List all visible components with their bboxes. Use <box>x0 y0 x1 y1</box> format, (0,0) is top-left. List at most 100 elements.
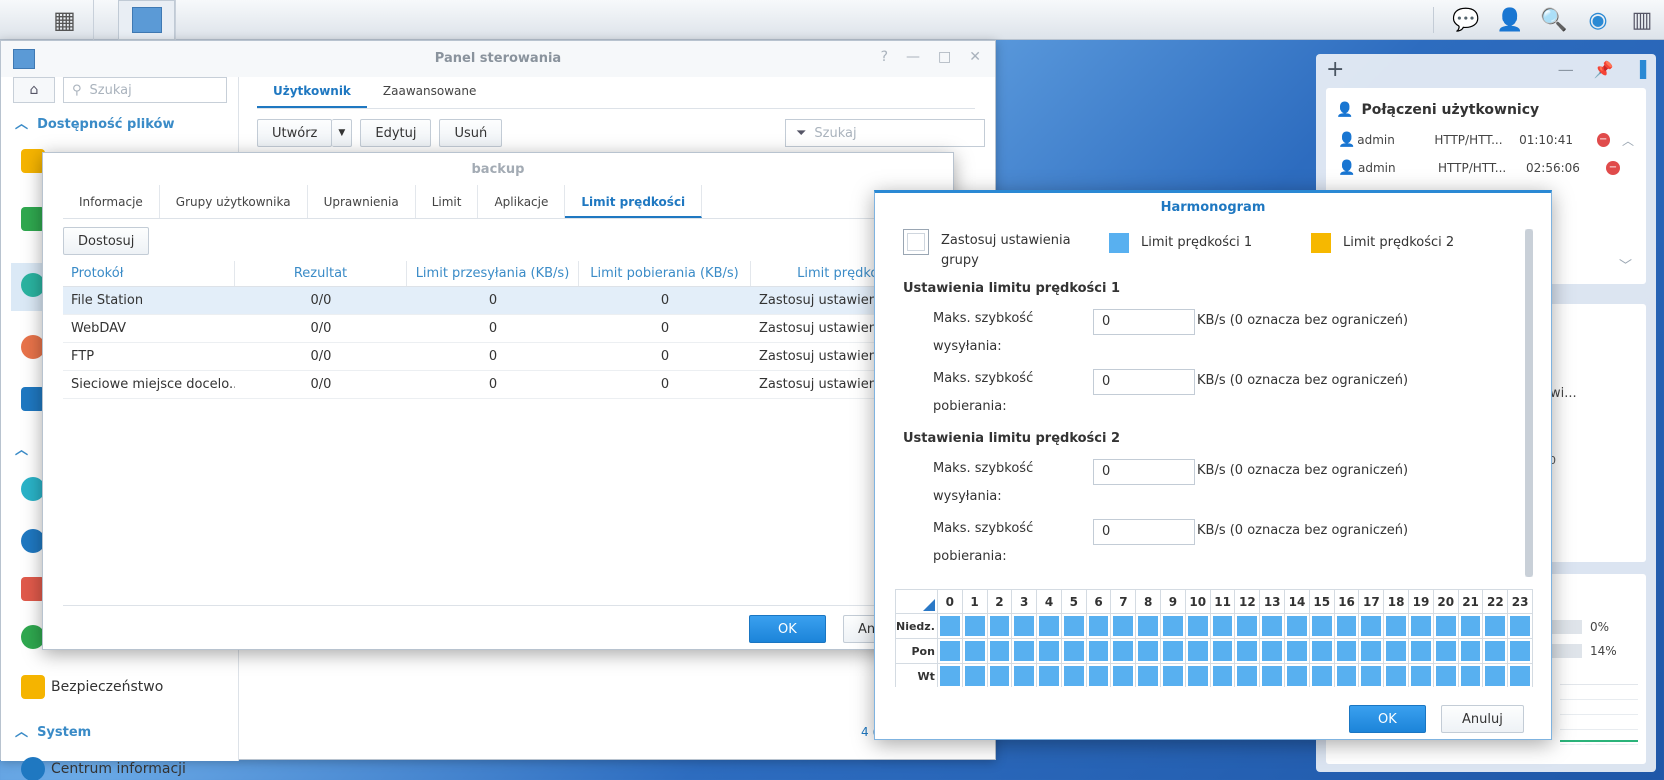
search-icon[interactable]: 🔍 <box>1532 0 1576 40</box>
hour-header[interactable]: 11 <box>1209 589 1236 614</box>
hour-header[interactable]: 0 <box>936 589 963 614</box>
schedule-cell[interactable] <box>1482 613 1509 639</box>
expand-icon[interactable]: ﹀ <box>1619 255 1632 274</box>
hour-header[interactable]: 15 <box>1308 589 1335 614</box>
sidebar-search[interactable]: ⚲ Szukaj <box>63 77 227 103</box>
schedule-cell[interactable] <box>1408 663 1434 687</box>
schedule-cell[interactable] <box>1383 663 1410 687</box>
user-search-input[interactable]: ⏷ Szukaj <box>785 119 985 147</box>
tab-quota[interactable]: Limit <box>416 185 479 218</box>
limit2-upload-input[interactable]: 0 <box>1093 459 1195 485</box>
hour-header[interactable]: 7 <box>1110 589 1137 614</box>
scrollbar-thumb[interactable] <box>1525 229 1533 577</box>
schedule-cell[interactable] <box>1085 638 1112 664</box>
schedule-cell[interactable] <box>1085 613 1112 639</box>
hour-header[interactable]: 16 <box>1333 589 1360 614</box>
hour-header[interactable]: 21 <box>1457 589 1484 614</box>
hour-header[interactable]: 22 <box>1482 589 1509 614</box>
edit-button[interactable]: Edytuj <box>360 119 432 147</box>
schedule-cell[interactable] <box>1135 663 1162 687</box>
main-menu-icon[interactable]: ▦ <box>36 0 94 40</box>
schedule-cell[interactable] <box>1011 613 1038 639</box>
security-icon[interactable] <box>21 675 45 699</box>
hour-header[interactable]: 4 <box>1036 589 1062 614</box>
schedule-cell[interactable] <box>961 613 988 639</box>
dashboard-icon[interactable]: ◉ <box>1576 0 1620 40</box>
column-download[interactable]: Limit pobierania (KB/s) <box>579 261 751 286</box>
limit1-upload-input[interactable]: 0 <box>1093 309 1195 335</box>
hour-header[interactable]: 1 <box>961 589 988 614</box>
apply-group-checkbox[interactable] <box>903 229 929 255</box>
ok-button[interactable]: OK <box>749 615 826 643</box>
info-icon[interactable] <box>21 757 45 780</box>
schedule-cell[interactable] <box>1184 663 1211 687</box>
schedule-cell[interactable] <box>1432 663 1459 687</box>
schedule-cell[interactable] <box>1036 613 1062 639</box>
hour-header[interactable]: 18 <box>1383 589 1410 614</box>
hour-header[interactable]: 10 <box>1184 589 1211 614</box>
hour-header[interactable]: 17 <box>1358 589 1385 614</box>
schedule-cell[interactable] <box>1358 638 1385 664</box>
hour-header[interactable]: 13 <box>1259 589 1286 614</box>
table-row[interactable]: WebDAV 0/0 0 0 Zastosuj ustawienia grupy <box>63 315 935 343</box>
select-all-corner[interactable] <box>895 589 938 614</box>
schedule-cell[interactable] <box>1432 638 1459 664</box>
schedule-cell[interactable] <box>986 638 1013 664</box>
schedule-cell[interactable] <box>986 613 1013 639</box>
add-widget-icon[interactable]: + <box>1326 57 1344 82</box>
hour-header[interactable]: 23 <box>1507 589 1534 614</box>
tab-info[interactable]: Informacje <box>63 185 160 218</box>
sidebar-item-security[interactable]: Bezpieczeństwo <box>51 679 163 695</box>
schedule-cell[interactable] <box>1507 638 1534 664</box>
schedule-cell[interactable] <box>936 663 963 687</box>
minimize-widgets-icon[interactable]: — <box>1558 60 1574 79</box>
schedule-cell[interactable] <box>1036 638 1062 664</box>
schedule-cell[interactable] <box>961 638 988 664</box>
hour-header[interactable]: 8 <box>1135 589 1162 614</box>
hour-header[interactable]: 12 <box>1234 589 1261 614</box>
sidebar-group-system[interactable]: ︿ System <box>15 721 91 740</box>
schedule-cell[interactable] <box>1209 638 1236 664</box>
schedule-cell[interactable] <box>1507 613 1534 639</box>
collapse-icon[interactable]: ︿ <box>1622 132 1634 149</box>
schedule-cell[interactable] <box>1259 663 1286 687</box>
schedule-cell[interactable] <box>1036 663 1062 687</box>
schedule-cell[interactable] <box>1457 613 1484 639</box>
dock-icon[interactable]: ▐ <box>1634 60 1646 79</box>
schedule-cell[interactable] <box>1160 663 1186 687</box>
pin-icon[interactable]: 📌 <box>1594 60 1614 79</box>
schedule-cell[interactable] <box>1457 663 1484 687</box>
schedule-cell[interactable] <box>961 663 988 687</box>
hour-header[interactable]: 2 <box>986 589 1013 614</box>
schedule-cell[interactable] <box>1308 663 1335 687</box>
hour-header[interactable]: 20 <box>1432 589 1459 614</box>
disconnect-icon[interactable]: − <box>1606 161 1620 175</box>
column-upload[interactable]: Limit przesyłania (KB/s) <box>407 261 579 286</box>
table-row[interactable]: Sieciowe miejsce docelo... 0/0 0 0 Zasto… <box>63 371 935 399</box>
chat-icon[interactable]: 💬 <box>1444 0 1488 40</box>
schedule-cell[interactable] <box>1060 613 1087 639</box>
limit2-download-input[interactable]: 0 <box>1093 519 1195 545</box>
minimize-icon[interactable]: — <box>906 49 920 65</box>
schedule-cell[interactable] <box>1184 613 1211 639</box>
hour-header[interactable]: 6 <box>1085 589 1112 614</box>
schedule-cell[interactable] <box>1284 613 1310 639</box>
schedule-cell[interactable] <box>1284 638 1310 664</box>
home-button[interactable]: ⌂ <box>13 77 55 103</box>
schedule-cell[interactable] <box>1408 638 1434 664</box>
schedule-cell[interactable] <box>1383 638 1410 664</box>
hour-header[interactable]: 14 <box>1284 589 1310 614</box>
column-result[interactable]: Rezultat <box>235 261 407 286</box>
table-row[interactable]: File Station 0/0 0 0 Zastosuj ustawienia… <box>63 287 935 315</box>
create-dropdown-icon[interactable]: ▼ <box>332 119 353 147</box>
schedule-cell[interactable] <box>1160 638 1186 664</box>
tab-user[interactable]: Użytkownik <box>257 77 367 108</box>
schedule-cell[interactable] <box>1259 613 1286 639</box>
customize-button[interactable]: Dostosuj <box>63 227 150 255</box>
limit1-download-input[interactable]: 0 <box>1093 369 1195 395</box>
tab-permissions[interactable]: Uprawnienia <box>308 185 416 218</box>
schedule-cell[interactable] <box>1135 638 1162 664</box>
hour-header[interactable]: 5 <box>1060 589 1087 614</box>
help-icon[interactable]: ? <box>881 49 888 65</box>
schedule-cell[interactable] <box>1234 663 1261 687</box>
